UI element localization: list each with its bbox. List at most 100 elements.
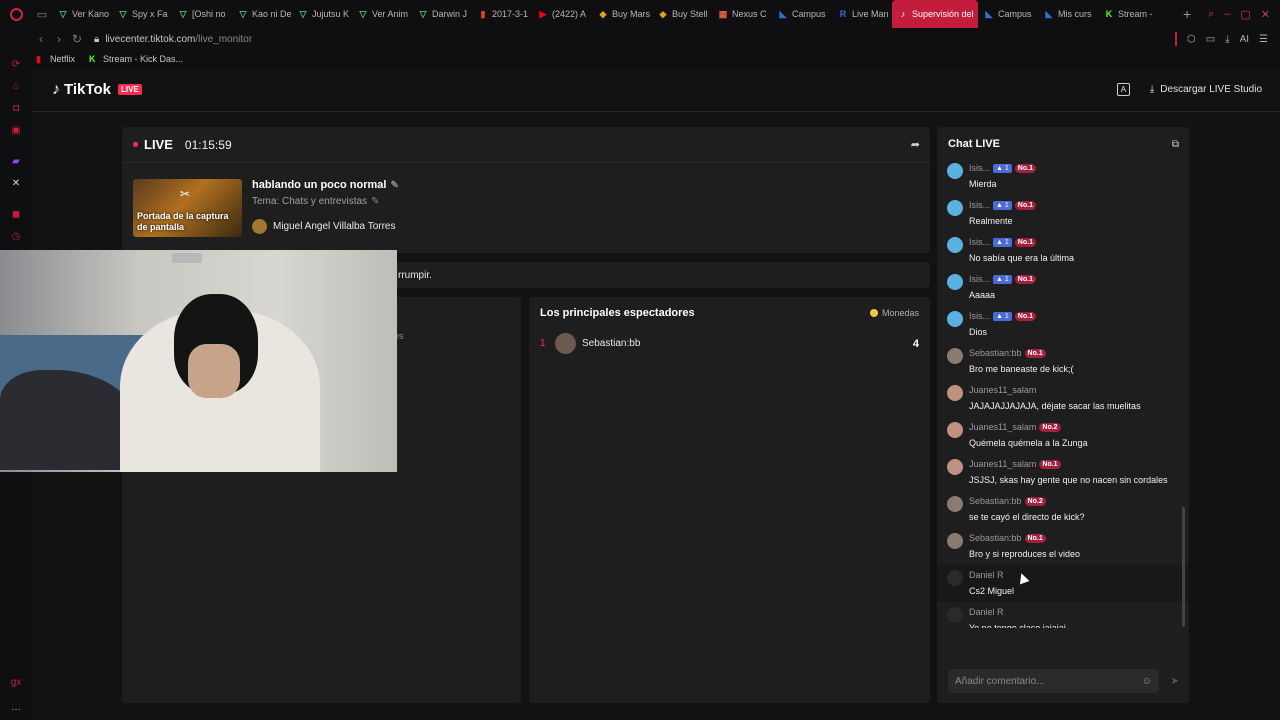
chat-message[interactable]: Juanes11_salam No.1 JSJSJ, skas hay gente … xyxy=(937,454,1189,491)
edit-title-icon[interactable]: ✎ xyxy=(390,180,398,191)
maximize-icon[interactable]: ▢ xyxy=(1240,8,1250,21)
close-icon[interactable]: ✕ xyxy=(1261,8,1270,21)
chat-username[interactable]: Isis... xyxy=(969,163,990,173)
chat-avatar[interactable] xyxy=(947,385,963,401)
browser-tab[interactable]: ◣ Mis curs xyxy=(1038,0,1098,28)
browser-tab[interactable]: ▽ Ver Anim xyxy=(352,0,412,28)
ai-button[interactable]: AI xyxy=(1240,34,1249,45)
chat-username[interactable]: Isis... xyxy=(969,200,990,210)
extensions-icon[interactable]: ⬡ xyxy=(1187,34,1196,45)
comment-input[interactable] xyxy=(955,675,1142,687)
messenger-icon[interactable]: ◘ xyxy=(10,103,22,115)
wallet-icon[interactable]: ▭ xyxy=(1206,34,1215,45)
bookmark-item[interactable]: ▮ Netflix xyxy=(36,54,75,64)
browser-tab[interactable]: ▽ Kao ni De xyxy=(232,0,292,28)
chat-username[interactable]: Sebastian:bb xyxy=(969,348,1022,358)
browser-tab[interactable]: ◣ Campus xyxy=(978,0,1038,28)
chat-username[interactable]: Juanes11_salam xyxy=(969,422,1036,432)
browser-tab[interactable]: R Live Man xyxy=(832,0,892,28)
chat-message[interactable]: Daniel R Yo no tengo clase jajajaj xyxy=(937,602,1189,628)
viewer-row[interactable]: 1 Sebastian:bb 4 xyxy=(540,333,919,354)
send-icon[interactable]: ➤ xyxy=(1171,676,1179,687)
chat-username[interactable]: Juanes11_salam xyxy=(969,385,1036,395)
chat-message[interactable]: Isis... ▲ 1 No.1 Aaaaa xyxy=(937,269,1189,306)
browser-tab[interactable]: ♪ Supervisión del xyxy=(892,0,978,28)
tiktok-logo[interactable]: ♪ TikTok LIVE xyxy=(52,81,142,99)
share-icon[interactable]: ➦ xyxy=(911,138,920,151)
chat-message-list[interactable]: Isis... ▲ 1 No.1 Mierda Isis... ▲ 1 No.1 Realme… xyxy=(937,158,1189,628)
browser-tab[interactable]: ▮ 2017-3-1 xyxy=(472,0,532,28)
chat-message[interactable]: Juanes11_salam No.2 Quémela quémela a la Z… xyxy=(937,417,1189,454)
chat-username[interactable]: Isis... xyxy=(969,311,990,321)
browser-tab[interactable]: ◆ Buy Stell xyxy=(652,0,712,28)
bookmark-item[interactable]: K Stream - Kick Das... xyxy=(89,54,183,64)
x-icon[interactable]: ✕ xyxy=(10,178,22,190)
translate-icon[interactable]: A xyxy=(1116,83,1130,96)
url-field[interactable]: 🔒︎ livecenter.tiktok.com/live_monitor xyxy=(94,34,252,45)
chat-avatar[interactable] xyxy=(947,422,963,438)
reload-icon[interactable]: ↻ xyxy=(68,32,86,46)
history-icon[interactable]: ⟳ xyxy=(10,59,22,71)
chat-username[interactable]: Isis... xyxy=(969,237,990,247)
chat-message[interactable]: Isis... ▲ 1 No.1 Mierda xyxy=(937,158,1189,195)
chat-message[interactable]: Sebastian:bb No.1 Bro y si reproduces el v… xyxy=(937,528,1189,565)
chat-avatar[interactable] xyxy=(947,200,963,216)
chat-username[interactable]: Juanes11_salam xyxy=(969,459,1036,469)
browser-logo-icon[interactable] xyxy=(0,0,32,28)
chat-avatar[interactable] xyxy=(947,237,963,253)
emoji-icon[interactable]: ☺ xyxy=(1142,676,1152,687)
tab-manager-icon[interactable]: ▭ xyxy=(32,0,52,28)
download-live-studio-button[interactable]: ⤓ Descargar LIVE Studio xyxy=(1150,84,1262,95)
twitch-icon[interactable]: ▰ xyxy=(10,156,22,168)
chat-avatar[interactable] xyxy=(947,163,963,179)
chat-avatar[interactable] xyxy=(947,348,963,364)
browser-tab[interactable]: ◣ Campus xyxy=(772,0,832,28)
browser-tab[interactable]: ▽ Jujutsu K xyxy=(292,0,352,28)
minimize-icon[interactable]: – xyxy=(1224,8,1230,21)
clock-icon[interactable]: ◷ xyxy=(10,231,22,243)
music-icon[interactable]: ◼ xyxy=(10,209,22,221)
download-icon[interactable]: ⤓ xyxy=(1225,34,1229,45)
chat-message[interactable]: Sebastian:bb No.2 se te cayó el directo de… xyxy=(937,491,1189,528)
gx-icon[interactable]: gx xyxy=(10,677,22,689)
edit-topic-icon[interactable]: ✎ xyxy=(371,196,379,207)
chat-message[interactable]: Daniel R Cs2 Miguel xyxy=(937,565,1189,602)
menu-icon[interactable]: ☰ xyxy=(1259,34,1268,45)
comment-input-box[interactable]: ☺ xyxy=(948,669,1159,693)
chat-username[interactable]: Isis... xyxy=(969,274,990,284)
chat-username[interactable]: Daniel R xyxy=(969,570,1004,580)
news-icon[interactable]: ▣ xyxy=(10,125,22,137)
chat-avatar[interactable] xyxy=(947,533,963,549)
chat-message[interactable]: Sebastian:bb No.1 Bro me baneaste de kick;… xyxy=(937,343,1189,380)
forward-icon[interactable]: › xyxy=(50,32,68,46)
search-tabs-icon[interactable]: ⌕ xyxy=(1208,8,1214,21)
more-icon[interactable]: … xyxy=(10,702,22,714)
chat-avatar[interactable] xyxy=(947,311,963,327)
cover-thumbnail[interactable]: ✂ Portada de la captura de pantalla xyxy=(133,179,242,237)
chat-message[interactable]: Isis... ▲ 1 No.1 Dios xyxy=(937,306,1189,343)
popout-chat-icon[interactable]: ⧉ xyxy=(1172,139,1179,150)
chat-avatar[interactable] xyxy=(947,459,963,475)
browser-tab[interactable]: K Stream - xyxy=(1098,0,1158,28)
chat-avatar[interactable] xyxy=(947,607,963,623)
chat-username[interactable]: Sebastian:bb xyxy=(969,533,1022,543)
chat-message[interactable]: Isis... ▲ 1 No.1 No sabía que era la última xyxy=(937,232,1189,269)
browser-tab[interactable]: ◆ Buy Mars xyxy=(592,0,652,28)
new-tab-button[interactable]: + xyxy=(1176,6,1198,22)
chat-avatar[interactable] xyxy=(947,274,963,290)
chat-message[interactable]: Juanes11_salam JAJAJAJJAJAJA, déjate saca… xyxy=(937,380,1189,417)
chat-username[interactable]: Sebastian:bb xyxy=(969,496,1022,506)
browser-tab[interactable]: ▽ Darwin J xyxy=(412,0,472,28)
chat-scrollbar[interactable] xyxy=(1182,507,1185,627)
shopping-icon[interactable]: ⌂ xyxy=(10,81,22,93)
chat-message[interactable]: Isis... ▲ 1 No.1 Realmente xyxy=(937,195,1189,232)
chat-username[interactable]: Daniel R xyxy=(969,607,1004,617)
browser-tab[interactable]: ▽ [Oshi no xyxy=(172,0,232,28)
chat-avatar[interactable] xyxy=(947,496,963,512)
browser-tab[interactable]: ▦ Nexus C xyxy=(712,0,772,28)
browser-tab[interactable]: ▽ Spy x Fa xyxy=(112,0,172,28)
chat-avatar[interactable] xyxy=(947,570,963,586)
back-icon[interactable]: ‹ xyxy=(32,32,50,46)
browser-tab[interactable]: ▽ Ver Kano xyxy=(52,0,112,28)
browser-tab[interactable]: ▶ (2422) A xyxy=(532,0,592,28)
